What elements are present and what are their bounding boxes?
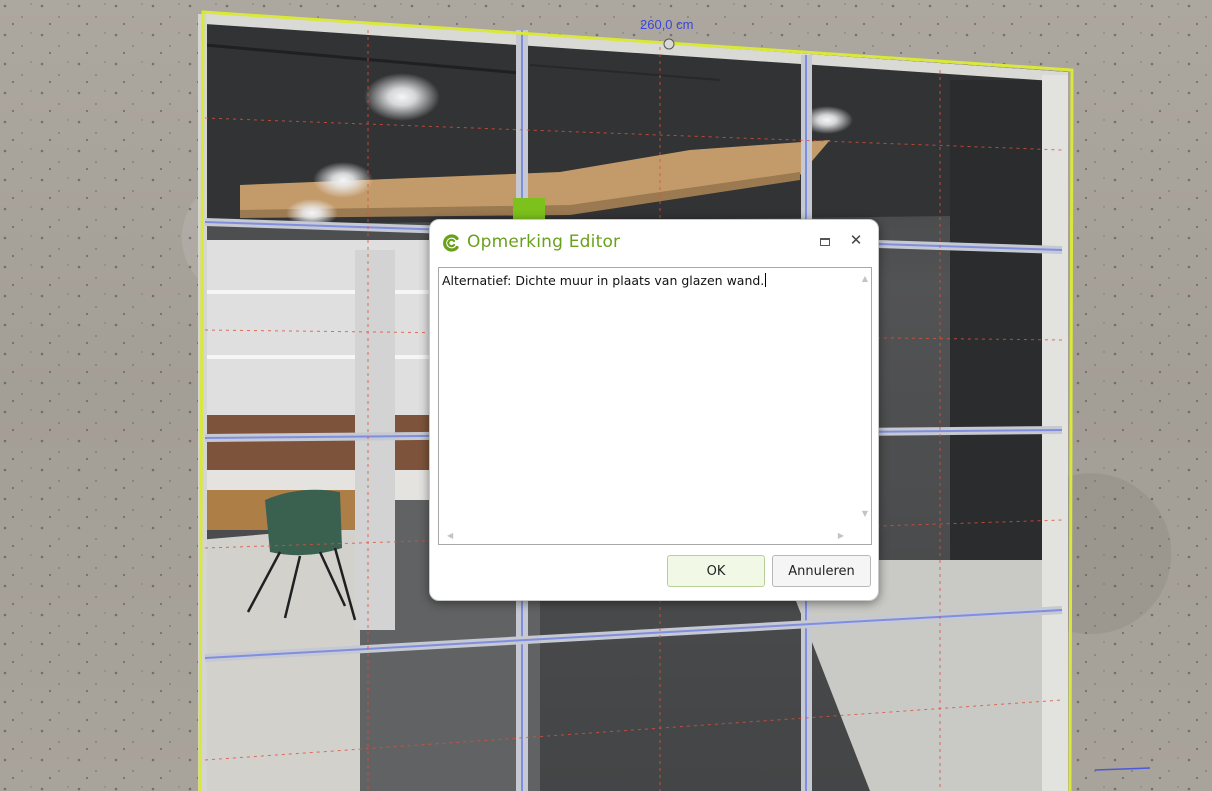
close-icon[interactable]: ✕ [846, 230, 866, 250]
scroll-down-icon[interactable]: ▼ [862, 509, 868, 518]
cancel-button[interactable]: Annuleren [772, 555, 871, 587]
comment-editor-dialog: Opmerking Editor ✕ Alternatief: Dichte m… [429, 219, 879, 601]
scroll-right-icon[interactable]: ▶ [838, 531, 844, 540]
selection-marker[interactable] [513, 198, 545, 220]
dialog-title: Opmerking Editor [467, 232, 621, 252]
scroll-up-icon[interactable]: ▲ [862, 274, 868, 283]
comment-textarea[interactable]: Alternatief: Dichte muur in plaats van g… [438, 267, 872, 545]
maximize-icon[interactable] [820, 238, 830, 246]
comment-text: Alternatief: Dichte muur in plaats van g… [442, 273, 765, 288]
app-logo-icon [443, 234, 459, 252]
dimension-label[interactable]: 260,0 cm [640, 17, 693, 32]
scroll-left-icon[interactable]: ◀ [447, 531, 453, 540]
text-caret [765, 273, 767, 287]
ok-button[interactable]: OK [667, 555, 765, 587]
